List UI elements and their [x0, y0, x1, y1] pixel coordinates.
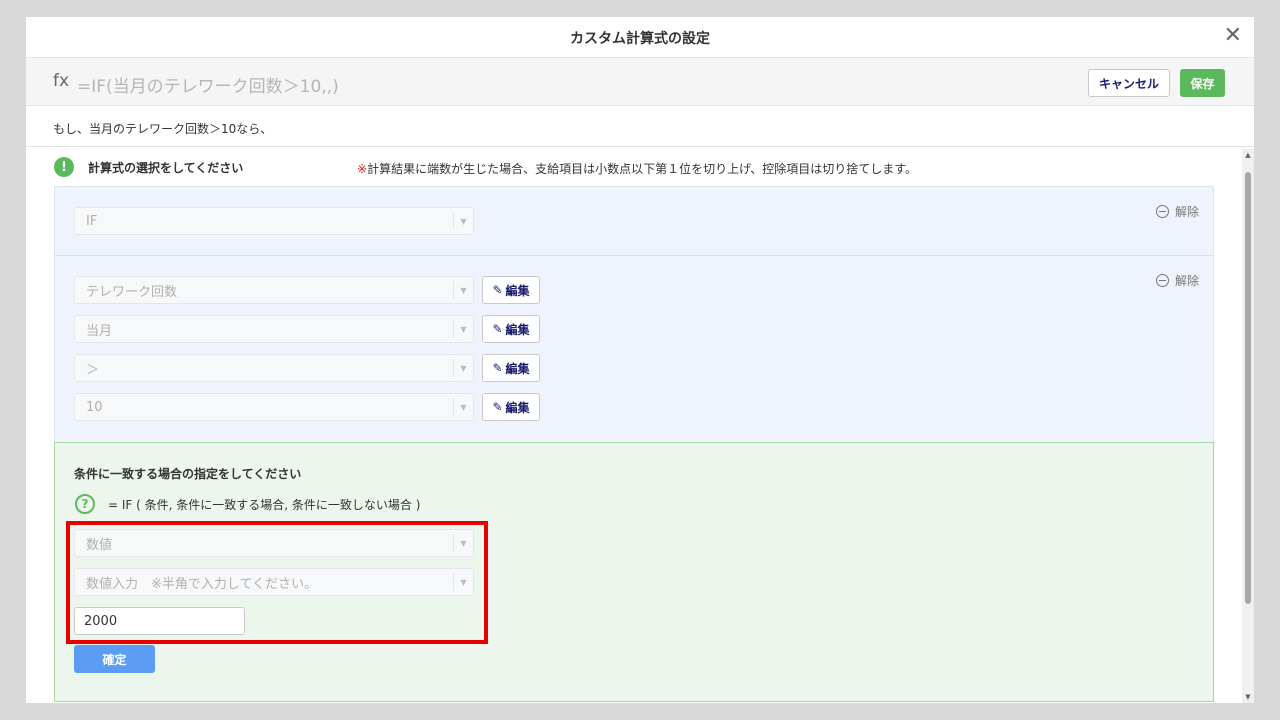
scroll-down-arrow-icon[interactable]: ▼: [1242, 691, 1254, 703]
value-type-placeholder: 数値: [86, 537, 113, 553]
edit-label: 編集: [505, 361, 530, 376]
pencil-icon: ✎: [492, 322, 503, 336]
chevron-down-icon: ▼: [453, 534, 473, 552]
comparison-value: 10: [86, 399, 103, 415]
condition-item-select[interactable]: テレワーク回数 ▼: [74, 276, 474, 304]
condition-definition-panel: 解除 テレワーク回数 ▼ ✎ 編集 当月 ▼ ✎ 編集 ＞ ▼ ✎ 編集 10 …: [54, 255, 1214, 443]
release-label: 解除: [1174, 205, 1199, 219]
cancel-button[interactable]: キャンセル: [1088, 69, 1170, 97]
save-button[interactable]: 保存: [1180, 69, 1225, 97]
minus-circle-icon: [1155, 274, 1169, 287]
rounding-note: ※計算結果に端数が生じた場合、支給項目は小数点以下第１位を切り上げ、控除項目は切…: [357, 160, 917, 177]
comparison-operator-value: ＞: [86, 362, 100, 378]
chevron-down-icon: ▼: [453, 398, 473, 416]
input-mode-placeholder: 数値入力 ※半角で入力してください。: [86, 576, 318, 592]
formula-bar: fx =IF(当月のテレワーク回数＞10,,) キャンセル 保存: [26, 58, 1254, 106]
chevron-down-icon: ▼: [453, 320, 473, 338]
edit-button[interactable]: ✎ 編集: [482, 315, 540, 343]
condition-item-value: テレワーク回数: [86, 284, 178, 300]
note-mark: ※: [357, 162, 368, 176]
close-icon[interactable]: ✕: [1224, 23, 1242, 49]
formula-description: もし、当月のテレワーク回数＞10なら、: [26, 106, 1254, 147]
if-syntax-text: = IF ( 条件, 条件に一致する場合, 条件に一致しない場合 ): [108, 497, 421, 512]
function-select[interactable]: IF ▼: [74, 207, 474, 235]
confirm-button[interactable]: 確定: [74, 645, 155, 673]
formula-preview: =IF(当月のテレワーク回数＞10,,): [77, 77, 339, 97]
release-button[interactable]: 解除: [1155, 203, 1199, 220]
chevron-down-icon: ▼: [453, 573, 473, 591]
pencil-icon: ✎: [492, 361, 503, 375]
scroll-up-arrow-icon[interactable]: ▲: [1242, 149, 1254, 161]
minus-circle-icon: [1155, 205, 1169, 218]
vertical-scrollbar[interactable]: ▲ ▼: [1242, 149, 1254, 703]
numeric-value-input[interactable]: 2000: [74, 607, 245, 635]
chevron-down-icon: ▼: [453, 359, 473, 377]
question-icon[interactable]: ?: [75, 494, 95, 514]
condition-period-value: 当月: [86, 323, 113, 339]
edit-label: 編集: [505, 322, 530, 337]
edit-label: 編集: [505, 400, 530, 415]
release-button[interactable]: 解除: [1155, 272, 1199, 289]
comparison-value-select[interactable]: 10 ▼: [74, 393, 474, 421]
selection-heading: ! 計算式の選択をしてください: [54, 157, 243, 177]
scrollbar-thumb[interactable]: [1245, 172, 1251, 604]
pencil-icon: ✎: [492, 400, 503, 414]
edit-button[interactable]: ✎ 編集: [482, 354, 540, 382]
formula-editor-content: ! 計算式の選択をしてください ※計算結果に端数が生じた場合、支給項目は小数点以…: [26, 149, 1254, 703]
custom-formula-dialog: カスタム計算式の設定 ✕ fx =IF(当月のテレワーク回数＞10,,) キャン…: [26, 17, 1254, 703]
release-label: 解除: [1174, 274, 1199, 288]
input-mode-select[interactable]: 数値入力 ※半角で入力してください。 ▼: [74, 568, 474, 596]
pencil-icon: ✎: [492, 283, 503, 297]
edit-label: 編集: [505, 283, 530, 298]
true-case-title: 条件に一致する場合の指定をしてください: [74, 467, 302, 481]
note-text: 計算結果に端数が生じた場合、支給項目は小数点以下第１位を切り上げ、控除項目は切り…: [367, 162, 918, 176]
dialog-title: カスタム計算式の設定: [570, 31, 710, 47]
function-panel: IF ▼ 解除: [54, 186, 1214, 256]
chevron-down-icon: ▼: [453, 281, 473, 299]
chevron-down-icon: ▼: [453, 212, 473, 230]
if-syntax-help: ? = IF ( 条件, 条件に一致する場合, 条件に一致しない場合 ): [75, 494, 420, 514]
value-type-select[interactable]: 数値 ▼: [74, 529, 474, 557]
dialog-header: カスタム計算式の設定 ✕: [26, 17, 1254, 58]
edit-button[interactable]: ✎ 編集: [482, 393, 540, 421]
comparison-operator-select[interactable]: ＞ ▼: [74, 354, 474, 382]
fx-label: fx: [53, 71, 70, 91]
function-select-value: IF: [86, 213, 98, 229]
selection-title: 計算式の選択をしてください: [88, 160, 244, 175]
condition-period-select[interactable]: 当月 ▼: [74, 315, 474, 343]
exclamation-icon: !: [54, 157, 74, 177]
true-case-panel: 条件に一致する場合の指定をしてください ? = IF ( 条件, 条件に一致する…: [54, 442, 1214, 702]
edit-button[interactable]: ✎ 編集: [482, 276, 540, 304]
